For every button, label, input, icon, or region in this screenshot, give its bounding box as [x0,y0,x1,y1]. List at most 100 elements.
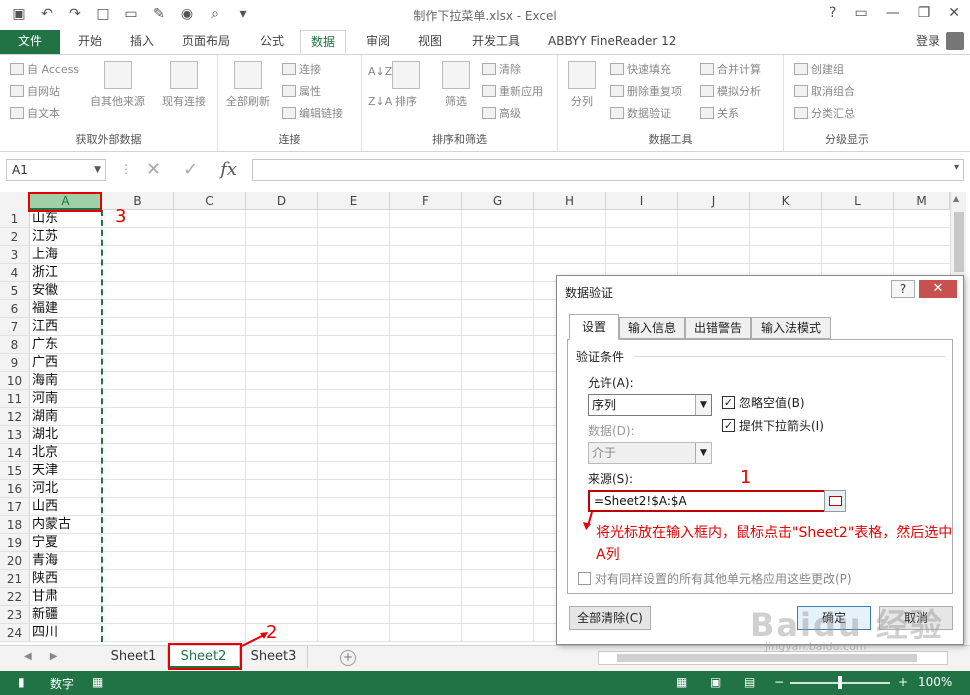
allow-select[interactable]: 序列 ▼ [588,394,712,416]
cell-a1[interactable]: 山东 [30,210,102,228]
apply-all-checkbox[interactable]: 对有同样设置的所有其他单元格应用这些更改(P) [578,570,852,587]
row-header[interactable]: 17 [0,498,30,516]
tab-insert[interactable]: 插入 [120,30,164,54]
row-header[interactable]: 15 [0,462,30,480]
column-header-f[interactable]: F [390,192,462,210]
cell-a2[interactable]: 江苏 [30,228,102,246]
scroll-up-icon[interactable]: ▲ [953,194,959,203]
relationships-button[interactable]: 关系 [700,105,739,121]
horizontal-scrollbar[interactable] [598,651,948,665]
row-header[interactable]: 6 [0,300,30,318]
cell-a4[interactable]: 浙江 [30,264,102,282]
cell-a22[interactable]: 甘肃 [30,588,102,606]
ungroup-button[interactable]: 取消组合 [794,83,855,99]
row-header[interactable]: 10 [0,372,30,390]
row-header[interactable]: 21 [0,570,30,588]
checkmark-icon[interactable]: ✓ [722,419,735,432]
tab-settings[interactable]: 设置 [569,314,619,340]
advanced-button[interactable]: 高级 [482,105,521,121]
checkbox-empty-icon[interactable] [578,572,591,585]
row-header[interactable]: 12 [0,408,30,426]
minimize-button[interactable]: — [886,5,900,21]
tab-data[interactable]: 数据 [300,30,347,54]
cell-a10[interactable]: 海南 [30,372,102,390]
existing-connections-button[interactable]: 现有连接 [162,61,206,109]
column-header-k[interactable]: K [750,192,822,210]
page-break-view-icon[interactable]: ▤ [744,675,755,689]
scroll-thumb[interactable] [617,654,917,662]
refresh-all-button[interactable]: 全部刷新 [226,61,270,109]
tab-developer[interactable]: 开发工具 [462,30,530,54]
cell-a9[interactable]: 广西 [30,354,102,372]
cell-a23[interactable]: 新疆 [30,606,102,624]
data-validation-button[interactable]: 数据验证 [610,105,671,121]
enter-icon[interactable]: ✓ [183,159,198,180]
row-header[interactable]: 8 [0,336,30,354]
row-header[interactable]: 23 [0,606,30,624]
what-if-button[interactable]: 模拟分析 [700,83,761,99]
row-header[interactable]: 1 [0,210,30,228]
zoom-slider-knob[interactable] [838,676,842,689]
data-select[interactable]: 介于 ▼ [588,442,712,464]
cell-a15[interactable]: 天津 [30,462,102,480]
cell-a18[interactable]: 内蒙古 [30,516,102,534]
row-header[interactable]: 20 [0,552,30,570]
user-icon[interactable] [946,32,964,50]
column-header-l[interactable]: L [822,192,894,210]
tab-home[interactable]: 开始 [68,30,112,54]
cell-a5[interactable]: 安徽 [30,282,102,300]
reapply-button[interactable]: 重新应用 [482,83,543,99]
group-button[interactable]: 创建组 [794,61,844,77]
tab-formulas[interactable]: 公式 [250,30,294,54]
sign-in-link[interactable]: 登录 [916,32,940,49]
scroll-thumb[interactable] [954,212,964,272]
from-access-button[interactable]: 自 Access [10,61,79,77]
cell-a16[interactable]: 河北 [30,480,102,498]
cell-a7[interactable]: 江西 [30,318,102,336]
filter-button[interactable]: 筛选 [442,61,470,109]
zoom-level[interactable]: 100% [918,675,952,689]
ribbon-display-icon[interactable]: ▭ [854,5,867,21]
chevron-down-icon[interactable]: ▼ [695,395,711,415]
cell-a12[interactable]: 湖南 [30,408,102,426]
page-layout-view-icon[interactable]: ▣ [710,675,721,689]
row-header[interactable]: 22 [0,588,30,606]
dialog-close-button[interactable]: ✕ [919,280,957,298]
cell-a20[interactable]: 青海 [30,552,102,570]
tab-page-layout[interactable]: 页面布局 [172,30,240,54]
normal-view-icon[interactable]: ▦ [676,675,687,689]
help-button[interactable]: ? [829,5,836,21]
select-all-corner[interactable] [0,192,30,210]
sort-descending-icon[interactable]: Z↓A [368,95,392,108]
collapse-dialog-icon[interactable] [824,490,846,512]
connections-button[interactable]: 连接 [282,61,321,77]
insert-function-icon[interactable]: fx [220,159,237,180]
name-box[interactable]: A1 ▼ [6,159,106,181]
from-web-button[interactable]: 自网站 [10,83,60,99]
ignore-blank-checkbox[interactable]: ✓ 忽略空值(B) [722,394,805,411]
row-header[interactable]: 16 [0,480,30,498]
sort-button[interactable]: 排序 [392,61,420,109]
row-header[interactable]: 5 [0,282,30,300]
column-header-e[interactable]: E [318,192,390,210]
tab-abbyy[interactable]: ABBYY FineReader 12 [538,30,686,54]
cell-a14[interactable]: 北京 [30,444,102,462]
cancel-icon[interactable]: ✕ [146,159,161,180]
row-header[interactable]: 19 [0,534,30,552]
row-header[interactable]: 24 [0,624,30,642]
sort-ascending-icon[interactable]: A↓Z [368,65,392,78]
flash-fill-button[interactable]: 快速填充 [610,61,671,77]
macro-record-icon[interactable]: ▦ [92,675,103,689]
restore-button[interactable]: ❐ [918,5,931,21]
cell-a19[interactable]: 宁夏 [30,534,102,552]
row-header[interactable]: 18 [0,516,30,534]
column-header-j[interactable]: J [678,192,750,210]
column-header-i[interactable]: I [606,192,678,210]
zoom-out-icon[interactable]: − [774,675,784,689]
from-text-button[interactable]: 自文本 [10,105,60,121]
column-header-c[interactable]: C [174,192,246,210]
cell-a6[interactable]: 福建 [30,300,102,318]
tab-file[interactable]: 文件 [0,30,60,54]
clear-button[interactable]: 清除 [482,61,521,77]
checkmark-icon[interactable]: ✓ [722,396,735,409]
